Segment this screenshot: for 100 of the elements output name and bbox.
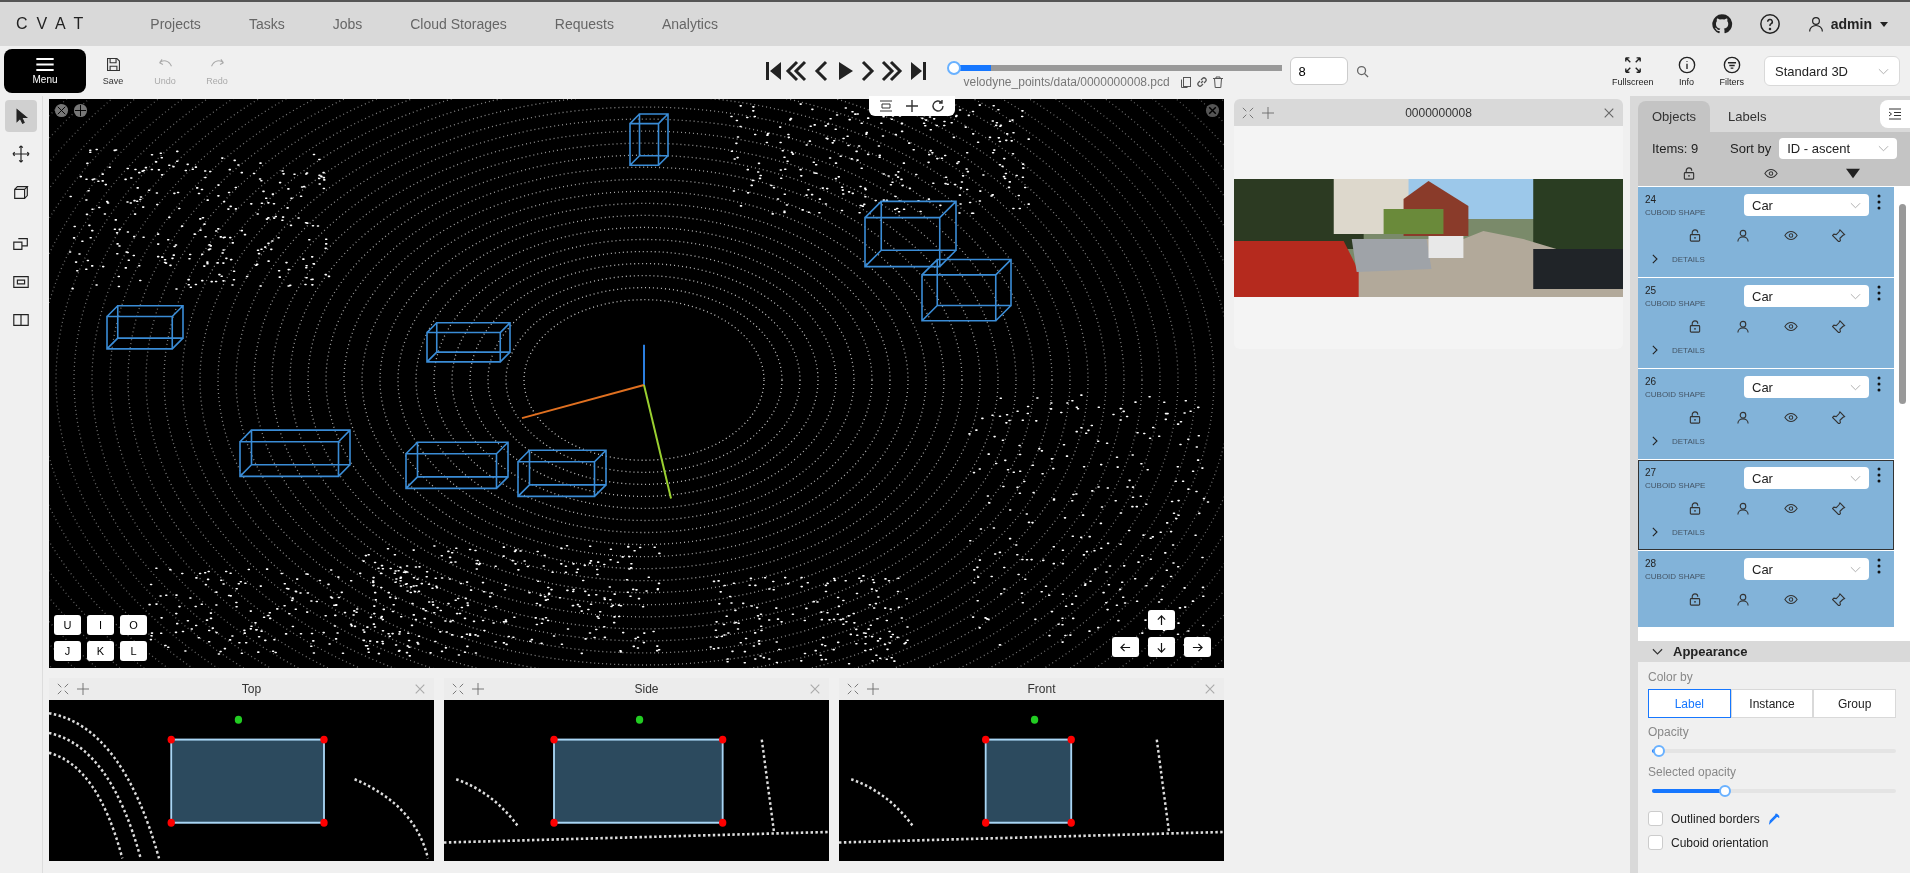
save-button[interactable]: Save xyxy=(88,55,138,87)
sort-select[interactable]: ID - ascent xyxy=(1779,138,1898,159)
label-select[interactable]: Car xyxy=(1744,285,1869,307)
move-icon[interactable] xyxy=(867,683,879,695)
checkbox[interactable] xyxy=(1648,835,1663,850)
corner-handle[interactable] xyxy=(320,735,328,744)
more-icon[interactable] xyxy=(1877,558,1881,574)
save-icon[interactable] xyxy=(104,56,122,73)
label-select[interactable]: Car xyxy=(1744,194,1869,216)
nav-link[interactable]: Tasks xyxy=(248,16,285,32)
corner-handle[interactable] xyxy=(719,818,727,827)
expand-icon[interactable] xyxy=(1651,345,1658,355)
3d-view-canvas[interactable]: U I O J K L xyxy=(49,99,1224,668)
chevron-down-icon[interactable] xyxy=(1652,647,1663,656)
object-card[interactable]: 25 CUBOID SHAPE Car DETAILS xyxy=(1638,278,1894,368)
filters-icon[interactable] xyxy=(1722,55,1741,74)
details-toggle[interactable]: DETAILS xyxy=(1672,436,1705,446)
collapse-sidebar-icon[interactable] xyxy=(1880,100,1910,128)
arrow-up-icon[interactable] xyxy=(1148,610,1175,630)
corner-handle[interactable] xyxy=(550,818,558,827)
lock-icon[interactable] xyxy=(1688,320,1702,333)
corner-handle[interactable] xyxy=(1067,735,1075,744)
menu-button[interactable]: Menu xyxy=(4,49,86,93)
eye-icon[interactable] xyxy=(1784,593,1798,606)
nav-link[interactable]: Cloud Storages xyxy=(410,16,507,32)
eye-icon[interactable] xyxy=(1784,320,1798,333)
camera-key[interactable]: L xyxy=(120,641,147,661)
pin-icon[interactable] xyxy=(1832,502,1846,515)
more-icon[interactable] xyxy=(1877,194,1881,210)
pin-icon[interactable] xyxy=(1832,229,1846,242)
expand-icon[interactable] xyxy=(1651,254,1658,264)
corner-handle[interactable] xyxy=(167,818,175,827)
camera-key[interactable]: U xyxy=(54,615,81,635)
cuboid-projection[interactable] xyxy=(553,738,724,824)
details-toggle[interactable]: DETAILS xyxy=(1672,345,1705,355)
workspace-select[interactable]: Standard 3D xyxy=(1764,56,1900,86)
label-select[interactable]: Car xyxy=(1744,376,1869,398)
camera-key[interactable]: J xyxy=(54,641,81,661)
details-toggle[interactable]: DETAILS xyxy=(1672,527,1705,537)
corner-handle[interactable] xyxy=(550,735,558,744)
cuboid[interactable] xyxy=(426,322,511,363)
cuboid-projection[interactable] xyxy=(170,738,325,824)
eye-icon[interactable] xyxy=(1784,502,1798,515)
corner-handle[interactable] xyxy=(320,818,328,827)
user-icon[interactable] xyxy=(1736,320,1750,333)
logo[interactable]: CVAT xyxy=(16,15,93,33)
nav-link[interactable]: Requests xyxy=(554,16,614,32)
cursor-tool-icon[interactable] xyxy=(5,100,37,132)
color-by-option[interactable]: Instance xyxy=(1730,689,1814,718)
sidebar-tab[interactable]: Labels xyxy=(1714,101,1781,132)
fit-icon[interactable] xyxy=(879,99,893,113)
cuboid[interactable] xyxy=(239,429,351,478)
more-icon[interactable] xyxy=(1877,376,1881,392)
menu-icon[interactable] xyxy=(36,57,54,71)
fullscreen-icon[interactable] xyxy=(1623,55,1642,74)
move-icon[interactable] xyxy=(77,683,89,695)
rotation-handle[interactable] xyxy=(1030,715,1039,724)
delete-icon[interactable] xyxy=(1211,76,1224,88)
color-by-option[interactable]: Label xyxy=(1648,689,1731,718)
help-icon[interactable] xyxy=(1758,13,1781,35)
sidebar-tab[interactable]: Objects xyxy=(1638,101,1711,132)
caret-icon[interactable] xyxy=(1880,21,1888,27)
user-icon[interactable] xyxy=(1736,229,1750,242)
plus-icon[interactable] xyxy=(905,99,919,113)
corner-handle[interactable] xyxy=(719,735,727,744)
cuboid[interactable] xyxy=(629,113,669,167)
rotation-handle[interactable] xyxy=(635,715,644,724)
github-icon[interactable] xyxy=(1710,13,1733,35)
lock-icon[interactable] xyxy=(1688,502,1702,515)
more-icon[interactable] xyxy=(1877,285,1881,301)
expand-icon[interactable] xyxy=(1651,436,1658,446)
label-select[interactable]: Car xyxy=(1744,558,1869,580)
camera-key[interactable]: K xyxy=(87,641,114,661)
details-toggle[interactable]: DETAILS xyxy=(1672,254,1705,264)
cuboid[interactable] xyxy=(921,258,1012,322)
label-select[interactable]: Car xyxy=(1744,467,1869,489)
eye-icon[interactable] xyxy=(1784,229,1798,242)
pin-icon[interactable] xyxy=(1832,411,1846,424)
appearance-header[interactable]: Appearance xyxy=(1638,641,1910,662)
cuboid-projection[interactable] xyxy=(984,738,1073,824)
nav-link[interactable]: Analytics xyxy=(661,16,718,32)
rotation-handle[interactable] xyxy=(234,715,243,724)
object-card[interactable]: 26 CUBOID SHAPE Car DETAILS xyxy=(1638,369,1894,459)
user-icon[interactable] xyxy=(1806,15,1825,33)
nav-link[interactable]: Jobs xyxy=(332,16,363,32)
user-icon[interactable] xyxy=(1736,593,1750,606)
info-icon[interactable] xyxy=(1677,55,1696,74)
lock-icon[interactable] xyxy=(1682,167,1696,180)
expand-icon[interactable] xyxy=(1651,527,1658,537)
corner-handle[interactable] xyxy=(982,818,990,827)
close-icon[interactable] xyxy=(1205,103,1220,118)
caret-icon[interactable] xyxy=(1846,167,1860,180)
color-picker-icon[interactable] xyxy=(1767,812,1781,825)
corner-handle[interactable] xyxy=(1067,818,1075,827)
object-card[interactable]: 24 CUBOID SHAPE Car DETAILS xyxy=(1638,187,1894,277)
close-icon[interactable] xyxy=(1603,106,1615,119)
user-name[interactable]: admin xyxy=(1830,16,1872,32)
eye-icon[interactable] xyxy=(1784,411,1798,424)
arrow-right-icon[interactable] xyxy=(1184,637,1211,657)
object-card[interactable]: 28 CUBOID SHAPE Car xyxy=(1638,551,1894,627)
